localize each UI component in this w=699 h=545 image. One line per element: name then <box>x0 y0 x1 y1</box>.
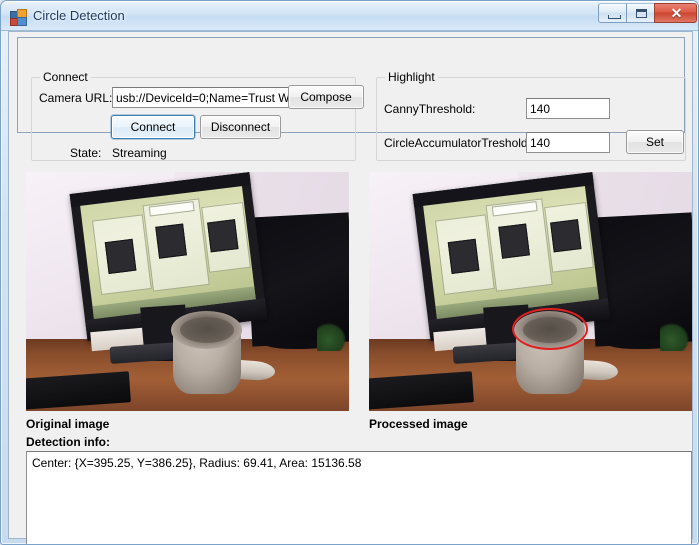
canny-threshold-label: CannyThreshold: <box>384 102 476 116</box>
application-window: Circle Detection ✕ Connect Camera URL: u… <box>0 0 699 545</box>
client-area: Connect Camera URL: usb://DeviceId=0;Nam… <box>8 31 693 544</box>
close-button[interactable]: ✕ <box>654 3 697 23</box>
state-value: Streaming <box>112 146 167 160</box>
camera-url-input[interactable]: usb://DeviceId=0;Name=Trust W <box>112 87 293 108</box>
accumulator-threshold-input[interactable]: 140 <box>526 132 610 153</box>
canny-threshold-input[interactable]: 140 <box>526 98 610 119</box>
minimize-icon <box>608 15 621 19</box>
webcam-scene-original <box>26 172 349 411</box>
compose-button[interactable]: Compose <box>288 85 364 109</box>
set-button-label: Set <box>645 135 664 149</box>
webcam-scene-processed <box>369 172 692 411</box>
minimize-button[interactable] <box>598 3 627 23</box>
processed-image-caption: Processed image <box>369 417 468 431</box>
window-title: Circle Detection <box>33 8 125 23</box>
close-icon: ✕ <box>670 5 683 21</box>
title-bar[interactable]: Circle Detection ✕ <box>1 1 698 31</box>
app-form-icon <box>10 9 27 26</box>
original-image-caption: Original image <box>26 417 110 431</box>
detected-circle-overlay <box>512 307 588 350</box>
highlight-groupbox-title: Highlight <box>385 70 438 84</box>
mug-interior <box>179 316 234 343</box>
compose-button-label: Compose <box>300 90 352 104</box>
set-button[interactable]: Set <box>626 130 684 154</box>
original-image-view[interactable] <box>26 172 349 411</box>
plant <box>659 322 689 352</box>
state-label: State: <box>70 146 102 160</box>
monitor-screen <box>80 185 257 320</box>
disconnect-button[interactable]: Disconnect <box>200 115 281 139</box>
monitor-screen <box>423 185 600 320</box>
processed-image-view[interactable] <box>369 172 692 411</box>
connect-groupbox-title: Connect <box>40 70 91 84</box>
detection-info-textbox[interactable]: Center: {X=395.25, Y=386.25}, Radius: 69… <box>26 451 692 544</box>
accumulator-threshold-label: CircleAccumulatorTreshold: <box>384 136 531 150</box>
detection-info-text: Center: {X=395.25, Y=386.25}, Radius: 69… <box>32 456 362 470</box>
connect-button[interactable]: Connect <box>111 115 195 139</box>
connect-button-label: Connect <box>130 120 176 134</box>
camera-url-label: Camera URL: <box>39 91 113 105</box>
detection-info-label: Detection info: <box>26 435 110 449</box>
disconnect-button-label: Disconnect <box>210 120 271 134</box>
maximize-icon <box>636 9 647 18</box>
maximize-button[interactable] <box>626 3 655 23</box>
plant <box>316 322 346 352</box>
